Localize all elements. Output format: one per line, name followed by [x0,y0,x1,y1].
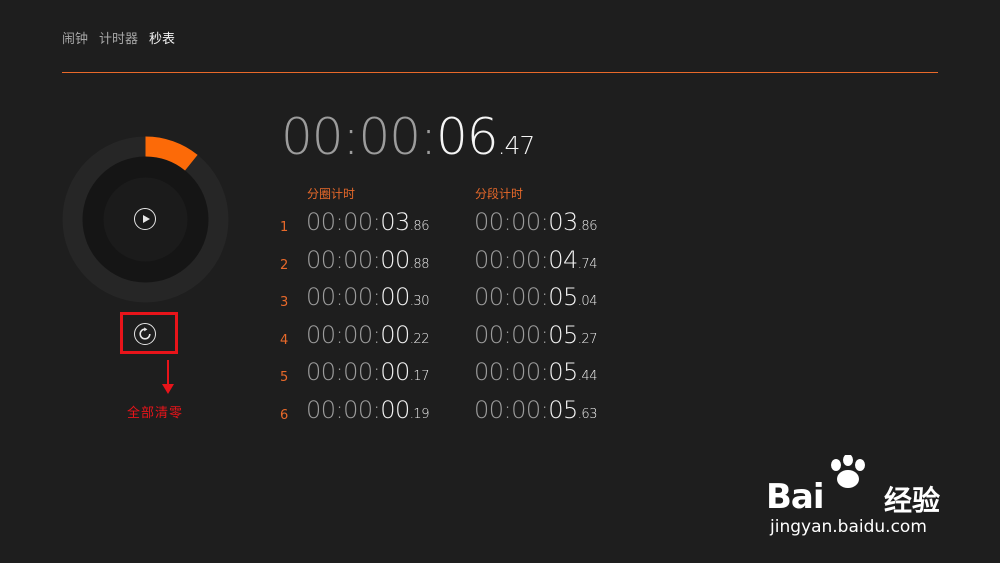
lap-time: 00:00:00.30 [306,283,429,311]
elapsed-time: 00:00:06.47 [281,108,536,166]
lap-number: 5 [280,370,289,385]
split-time: 00:00:05.04 [474,283,597,311]
lap-row: 5 00:00:00.17 00:00:05.44 [280,358,610,396]
tab-timer[interactable]: 计时器 [99,28,138,47]
stopwatch-dial [62,136,229,303]
header-divider [62,72,938,73]
lap-number: 2 [280,257,289,273]
split-time: 00:00:05.63 [474,395,597,424]
watermark-url: jingyan.baidu.com [770,517,927,537]
split-time: 00:00:05.27 [474,320,597,349]
annotation-arrow-icon [162,360,174,394]
lap-time: 00:00:00.17 [306,358,429,386]
lap-time: 00:00:03.86 [306,208,429,236]
split-time: 00:00:05.44 [474,358,597,386]
split-column-header: 分段计时 [475,187,524,201]
lap-time: 00:00:00.19 [306,395,429,424]
lap-number: 6 [280,407,289,423]
lap-number: 1 [280,220,289,235]
baidu-watermark: Bai 经验 jingyan.baidu.com [766,455,966,545]
nav-tabs: 闹钟 计时器 秒表 [62,28,175,47]
tab-alarm[interactable]: 闹钟 [62,28,88,47]
elapsed-hm: 00:00: [281,108,437,166]
lap-list: 1 00:00:03.86 00:00:03.86 2 00:00:00.88 … [280,208,610,433]
annotation-label: 全部清零 [127,406,184,421]
lap-column-header: 分圈计时 [307,187,356,201]
lap-time: 00:00:00.88 [306,245,429,274]
tab-stopwatch[interactable]: 秒表 [149,28,175,47]
lap-row: 1 00:00:03.86 00:00:03.86 [280,208,610,246]
annotation-highlight-box [120,312,178,354]
watermark-logo-cn: 经验 [884,484,941,517]
lap-time: 00:00:00.22 [306,320,429,349]
lap-row: 6 00:00:00.19 00:00:05.63 [280,396,610,434]
lap-row: 4 00:00:00.22 00:00:05.27 [280,321,610,359]
elapsed-fraction: .47 [497,131,536,160]
watermark-logo: Bai [766,477,825,517]
lap-number: 4 [280,332,289,348]
paw-icon [831,455,865,488]
play-icon [142,215,150,223]
stopwatch-page: 闹钟 计时器 秒表 全部清零 00:00:06.47 分圈计时 分段计时 1 0… [0,0,1000,563]
lap-row: 3 00:00:00.30 00:00:05.04 [280,283,610,321]
elapsed-seconds: 06 [435,108,499,166]
lap-row: 2 00:00:00.88 00:00:04.74 [280,246,610,284]
play-button[interactable] [134,208,156,230]
split-time: 00:00:04.74 [474,245,597,274]
lap-number: 3 [280,295,289,310]
split-time: 00:00:03.86 [474,208,597,236]
